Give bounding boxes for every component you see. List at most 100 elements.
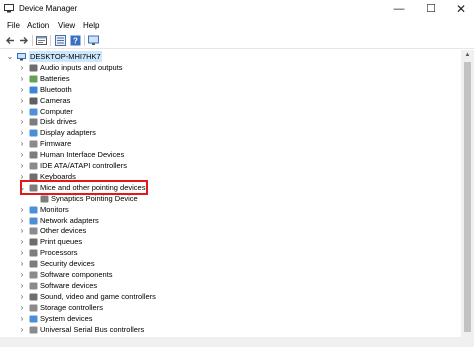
tree-item-category[interactable]: › Network adapters <box>0 215 460 226</box>
collapse-arrow-icon[interactable]: › <box>18 236 26 247</box>
tree-item-category[interactable]: › Disk drives <box>0 116 460 127</box>
menu-action[interactable]: Action <box>27 20 49 31</box>
tree-item-category[interactable]: › Print queues <box>0 236 460 247</box>
storage-controller-icon <box>29 304 38 312</box>
tree-item-label: Computer <box>40 106 73 116</box>
collapse-arrow-icon[interactable]: › <box>18 138 26 149</box>
disk-drive-icon <box>29 118 38 126</box>
close-button[interactable]: ✕ <box>447 0 474 18</box>
collapse-arrow-icon[interactable]: › <box>18 73 26 84</box>
tree-item-category[interactable]: › Monitors <box>0 204 460 215</box>
expand-arrow-icon[interactable]: ⌄ <box>6 51 14 62</box>
tree-item-label: Other devices <box>40 226 87 236</box>
properties-icon[interactable] <box>36 35 47 46</box>
device-manager-icon <box>4 4 14 13</box>
ide-controller-icon <box>29 162 38 170</box>
security-icon <box>29 260 38 268</box>
forward-arrow-icon[interactable] <box>18 35 29 46</box>
toolbar: ? <box>0 33 474 49</box>
tree-item-category[interactable]: › System devices <box>0 313 460 324</box>
tree-root[interactable]: ⌄ DESKTOP-MHI7HK7 <box>0 51 460 62</box>
tree-item-label: Bluetooth <box>40 84 72 94</box>
monitor-icon[interactable] <box>88 35 99 46</box>
collapse-arrow-icon[interactable]: › <box>18 247 26 258</box>
collapse-arrow-icon[interactable]: › <box>18 84 26 95</box>
tree-item-category[interactable]: › Processors <box>0 247 460 258</box>
tree-item-category[interactable]: › Universal Serial Bus controllers <box>0 324 460 335</box>
tree-root-label: DESKTOP-MHI7HK7 <box>29 51 102 62</box>
tree-item-label: Audio inputs and outputs <box>40 62 123 72</box>
collapse-arrow-icon[interactable]: › <box>18 258 26 269</box>
tree-item-category[interactable]: › Security devices <box>0 258 460 269</box>
collapse-arrow-icon[interactable]: › <box>18 324 26 335</box>
computer-icon <box>29 108 38 115</box>
scroll-up-icon[interactable]: ▲ <box>461 50 474 60</box>
collapse-arrow-icon[interactable]: › <box>18 149 26 160</box>
computer-icon <box>17 53 26 61</box>
back-arrow-icon[interactable] <box>5 35 16 46</box>
scroll-thumb[interactable] <box>464 62 471 332</box>
tree-item-category[interactable]: › Storage controllers <box>0 302 460 313</box>
maximize-button[interactable]: ☐ <box>417 0 445 18</box>
tree-item-label: Universal Serial Bus controllers <box>40 324 145 334</box>
software-component-icon <box>29 271 38 279</box>
tree-item-category[interactable]: › Display adapters <box>0 127 460 138</box>
tree-item-label: Print queues <box>40 237 83 247</box>
collapse-arrow-icon[interactable]: › <box>18 95 26 106</box>
network-adapter-icon <box>29 217 38 224</box>
tree-item-label: Security devices <box>40 259 95 269</box>
vertical-scrollbar[interactable]: ▲ <box>461 50 474 337</box>
tree-item-category[interactable]: › Sound, video and game controllers <box>0 291 460 302</box>
collapse-arrow-icon[interactable]: › <box>18 225 26 236</box>
tree-item-category[interactable]: › IDE ATA/ATAPI controllers <box>0 160 460 171</box>
display-adapter-icon <box>29 129 38 137</box>
collapse-arrow-icon[interactable]: › <box>18 127 26 138</box>
mouse-icon <box>40 195 49 203</box>
svg-text:?: ? <box>73 37 78 46</box>
software-device-icon <box>29 282 38 290</box>
collapse-arrow-icon[interactable]: › <box>18 313 26 324</box>
processor-icon <box>29 249 38 257</box>
help-icon[interactable]: ? <box>70 35 81 46</box>
tree-item-category[interactable]: › Other devices <box>0 225 460 236</box>
collapse-arrow-icon[interactable]: › <box>18 215 26 226</box>
hid-icon <box>29 151 38 159</box>
horizontal-scrollbar[interactable] <box>0 337 474 347</box>
collapse-arrow-icon[interactable]: › <box>18 291 26 302</box>
toolbar-separator <box>50 35 51 46</box>
tree-item-category[interactable]: › Cameras <box>0 95 460 106</box>
other-devices-icon <box>29 227 38 235</box>
usb-controller-icon <box>29 326 38 333</box>
collapse-arrow-icon[interactable]: › <box>18 280 26 291</box>
collapse-arrow-icon[interactable]: › <box>18 106 26 117</box>
collapse-arrow-icon[interactable]: › <box>18 62 26 73</box>
speaker-icon <box>29 64 38 72</box>
window-title: Device Manager <box>19 4 78 13</box>
tree-item-category[interactable]: › Bluetooth <box>0 84 460 95</box>
tree-item-label: Monitors <box>40 204 69 214</box>
tree-item-category[interactable]: › Software devices <box>0 280 460 291</box>
collapse-arrow-icon[interactable]: › <box>18 269 26 280</box>
tree-item-label: Firmware <box>40 139 72 149</box>
menu-bar: File Action View Help <box>0 18 474 33</box>
collapse-arrow-icon[interactable]: › <box>18 204 26 215</box>
tree-item-label: Cameras <box>40 95 71 105</box>
tree-item-category[interactable]: › Firmware <box>0 138 460 149</box>
tree-item-label: Network adapters <box>40 215 99 225</box>
tree-item-category[interactable]: › Software components <box>0 269 460 280</box>
collapse-arrow-icon[interactable]: › <box>18 160 26 171</box>
collapse-arrow-icon[interactable]: › <box>18 302 26 313</box>
tree-item-category[interactable]: › Computer <box>0 106 460 117</box>
camera-icon <box>29 97 38 105</box>
menu-file[interactable]: File <box>7 20 20 31</box>
menu-help[interactable]: Help <box>83 20 99 31</box>
tree-item-category[interactable]: › Human Interface Devices <box>0 149 460 160</box>
show-hidden-icon[interactable] <box>55 35 66 46</box>
tree-item-label: Storage controllers <box>40 302 103 312</box>
minimize-button[interactable]: — <box>385 0 413 18</box>
tree-item-category[interactable]: › Batteries <box>0 73 460 84</box>
tree-item-category[interactable]: › Audio inputs and outputs <box>0 62 460 73</box>
firmware-icon <box>29 140 38 148</box>
collapse-arrow-icon[interactable]: › <box>18 116 26 127</box>
menu-view[interactable]: View <box>58 20 75 31</box>
